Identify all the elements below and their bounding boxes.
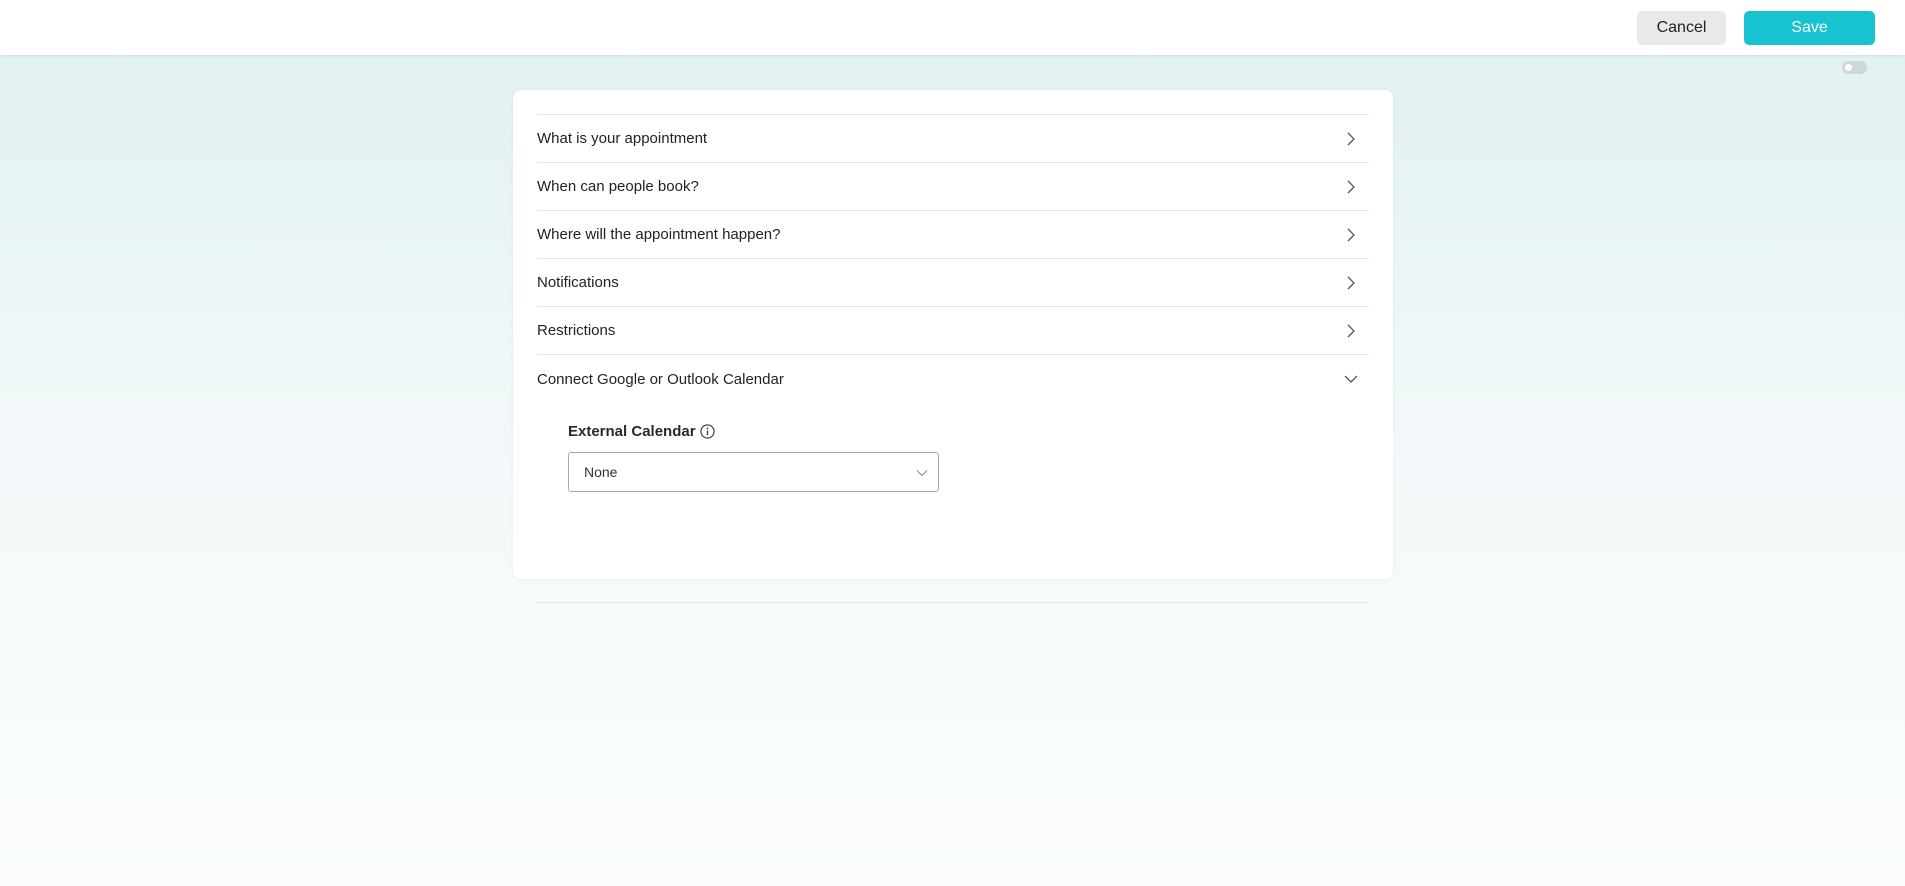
accordion-item-appointment[interactable]: What is your appointment (537, 115, 1369, 163)
toggle-knob (1845, 64, 1852, 71)
accordion-item-label: Where will the appointment happen? (537, 226, 781, 243)
accordion-item-label: Connect Google or Outlook Calendar (537, 370, 784, 388)
accordion-item-restrictions[interactable]: Restrictions (537, 307, 1369, 355)
chevron-down-icon (916, 464, 928, 480)
accordion: What is your appointment When can people… (537, 114, 1369, 603)
chevron-down-icon (1341, 369, 1361, 389)
external-calendar-label: External Calendar (568, 423, 696, 440)
accordion-item-calendar[interactable]: Connect Google or Outlook Calendar (537, 355, 1369, 403)
accordion-item-booking-time[interactable]: When can people book? (537, 163, 1369, 211)
settings-card: What is your appointment When can people… (513, 90, 1393, 603)
external-calendar-select-value: None (584, 464, 618, 480)
toggle-switch[interactable] (1842, 61, 1867, 74)
calendar-panel: External Calendar None (537, 403, 1369, 603)
external-calendar-label-row: External Calendar (568, 423, 715, 440)
chevron-right-icon (1341, 129, 1361, 149)
accordion-item-label: Notifications (537, 274, 619, 291)
accordion-item-location[interactable]: Where will the appointment happen? (537, 211, 1369, 259)
chevron-right-icon (1341, 273, 1361, 293)
chevron-right-icon (1341, 177, 1361, 197)
chevron-right-icon (1341, 321, 1361, 341)
accordion-item-label: Restrictions (537, 322, 616, 339)
accordion-item-label: What is your appointment (537, 130, 708, 147)
save-button[interactable]: Save (1744, 11, 1875, 45)
info-icon[interactable] (699, 424, 715, 439)
external-calendar-select[interactable]: None (568, 452, 939, 492)
accordion-item-label: When can people book? (537, 178, 699, 195)
chevron-right-icon (1341, 225, 1361, 245)
accordion-item-notifications[interactable]: Notifications (537, 259, 1369, 307)
top-bar: Cancel Save (0, 0, 1905, 55)
cancel-button[interactable]: Cancel (1637, 11, 1726, 45)
